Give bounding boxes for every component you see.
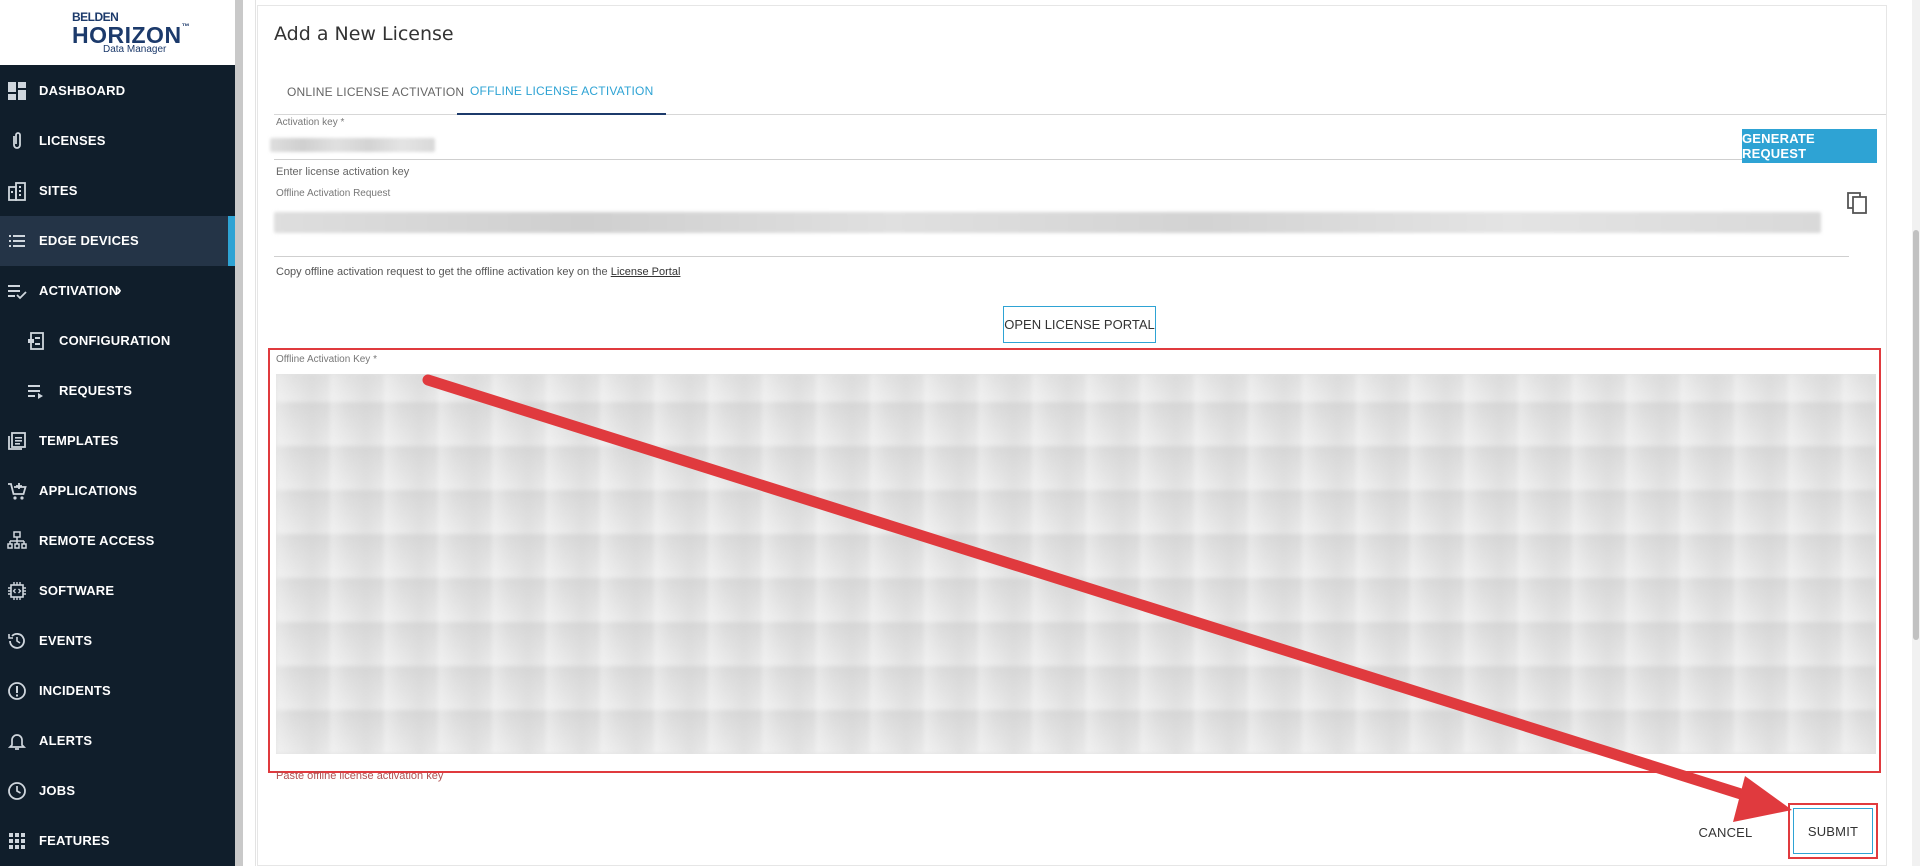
sidebar-item-software[interactable]: SOFTWARE xyxy=(0,566,235,616)
sidebar-item-requests[interactable]: REQUESTS xyxy=(0,366,235,416)
sidebar-item-licenses[interactable]: LICENSES xyxy=(0,116,235,166)
sidebar-item-label: DASHBOARD xyxy=(39,83,126,98)
page-title: Add a New License xyxy=(274,23,454,45)
open-license-portal-button[interactable]: OPEN LICENSE PORTAL xyxy=(1003,306,1156,343)
app-root: BELDEN HORIZON™ Data Manager DASHBOARD L… xyxy=(0,0,1920,866)
dashboard-icon xyxy=(7,81,27,101)
templates-icon xyxy=(7,431,27,451)
generate-request-button[interactable]: GENERATE REQUEST xyxy=(1742,129,1877,163)
checklist-icon xyxy=(7,281,27,301)
sidebar-item-label: REQUESTS xyxy=(59,383,133,398)
sidebar-item-edge-devices[interactable]: EDGE DEVICES xyxy=(0,216,235,266)
sidebar-item-incidents[interactable]: INCIDENTS xyxy=(0,666,235,716)
blurred-key-content xyxy=(276,374,1876,754)
sidebar-item-label: CONFIGURATION xyxy=(59,333,171,348)
sidebar-item-label: REMOTE ACCESS xyxy=(39,533,155,548)
logo[interactable]: BELDEN HORIZON™ Data Manager xyxy=(0,0,235,65)
offline-key-label: Offline Activation Key * xyxy=(276,354,377,365)
sidebar-item-applications[interactable]: APPLICATIONS xyxy=(0,466,235,516)
sidebar-item-sites[interactable]: SITES xyxy=(0,166,235,216)
requests-icon xyxy=(26,381,46,401)
grid-icon xyxy=(7,831,27,851)
sidebar-scrollbar[interactable] xyxy=(235,0,243,866)
sidebar: BELDEN HORIZON™ Data Manager DASHBOARD L… xyxy=(0,0,235,866)
sidebar-item-label: ALERTS xyxy=(39,733,93,748)
alert-circle-icon xyxy=(7,681,27,701)
sidebar-item-label: SOFTWARE xyxy=(39,583,115,598)
sidebar-item-label: TEMPLATES xyxy=(39,433,119,448)
sidebar-item-activation[interactable]: ACTIVATION › xyxy=(0,266,235,316)
network-icon xyxy=(7,531,27,551)
sidebar-item-templates[interactable]: TEMPLATES xyxy=(0,416,235,466)
tab-offline-license-activation[interactable]: OFFLINE LICENSE ACTIVATION xyxy=(457,68,667,115)
sidebar-item-label: SITES xyxy=(39,183,78,198)
sidebar-item-jobs[interactable]: JOBS xyxy=(0,766,235,816)
sidebar-item-label: EVENTS xyxy=(39,633,93,648)
copy-help-text: Copy offline activation request to get t… xyxy=(276,266,681,278)
activation-key-value xyxy=(270,138,435,152)
cancel-button[interactable]: CANCEL xyxy=(1688,814,1763,850)
sidebar-item-label: FEATURES xyxy=(39,833,110,848)
tab-online-license-activation[interactable]: ONLINE LICENSE ACTIVATION xyxy=(274,68,477,115)
paperclip-icon xyxy=(7,131,27,151)
sidebar-item-alerts[interactable]: ALERTS xyxy=(0,716,235,766)
license-portal-link[interactable]: License Portal xyxy=(611,266,681,278)
logo-subtitle: Data Manager xyxy=(103,44,167,55)
offline-request-label: Offline Activation Request xyxy=(276,188,391,199)
offline-key-textarea[interactable] xyxy=(276,374,1876,754)
sidebar-item-label: JOBS xyxy=(39,783,76,798)
copy-icon[interactable] xyxy=(1846,191,1868,215)
chevron-right-icon: › xyxy=(116,280,122,299)
sidebar-item-dashboard[interactable]: DASHBOARD xyxy=(0,66,235,116)
offline-request-value xyxy=(274,212,1821,233)
activation-key-label: Activation key * xyxy=(276,117,345,128)
offline-key-hint: Paste offline license activation key xyxy=(276,770,444,782)
submit-button[interactable]: SUBMIT xyxy=(1793,808,1873,854)
list-icon xyxy=(7,231,27,251)
sidebar-item-label: LICENSES xyxy=(39,133,106,148)
history-icon xyxy=(7,631,27,651)
sidebar-item-features[interactable]: FEATURES xyxy=(0,816,235,866)
bell-icon xyxy=(7,731,27,751)
sidebar-item-remote-access[interactable]: REMOTE ACCESS xyxy=(0,516,235,566)
sidebar-item-label: APPLICATIONS xyxy=(39,483,138,498)
page-scrollbar-thumb[interactable] xyxy=(1913,230,1919,640)
cart-icon xyxy=(7,481,27,501)
main-content: Add a New License ONLINE LICENSE ACTIVAT… xyxy=(255,0,1905,866)
sidebar-item-label: EDGE DEVICES xyxy=(39,233,139,248)
clock-icon xyxy=(7,781,27,801)
sidebar-item-label: ACTIVATION xyxy=(39,283,119,298)
license-tabs: ONLINE LICENSE ACTIVATION OFFLINE LICENS… xyxy=(274,68,1886,115)
config-icon xyxy=(26,331,46,351)
activation-key-hint: Enter license activation key xyxy=(276,166,410,178)
offline-request-field[interactable] xyxy=(274,256,1849,257)
sidebar-item-events[interactable]: EVENTS xyxy=(0,616,235,666)
add-license-card: Add a New License ONLINE LICENSE ACTIVAT… xyxy=(257,5,1887,866)
chip-icon xyxy=(7,581,27,601)
sidebar-item-configuration[interactable]: CONFIGURATION xyxy=(0,316,235,366)
activation-key-input[interactable] xyxy=(274,159,1747,160)
building-icon xyxy=(7,181,27,201)
sidebar-item-label: INCIDENTS xyxy=(39,683,111,698)
